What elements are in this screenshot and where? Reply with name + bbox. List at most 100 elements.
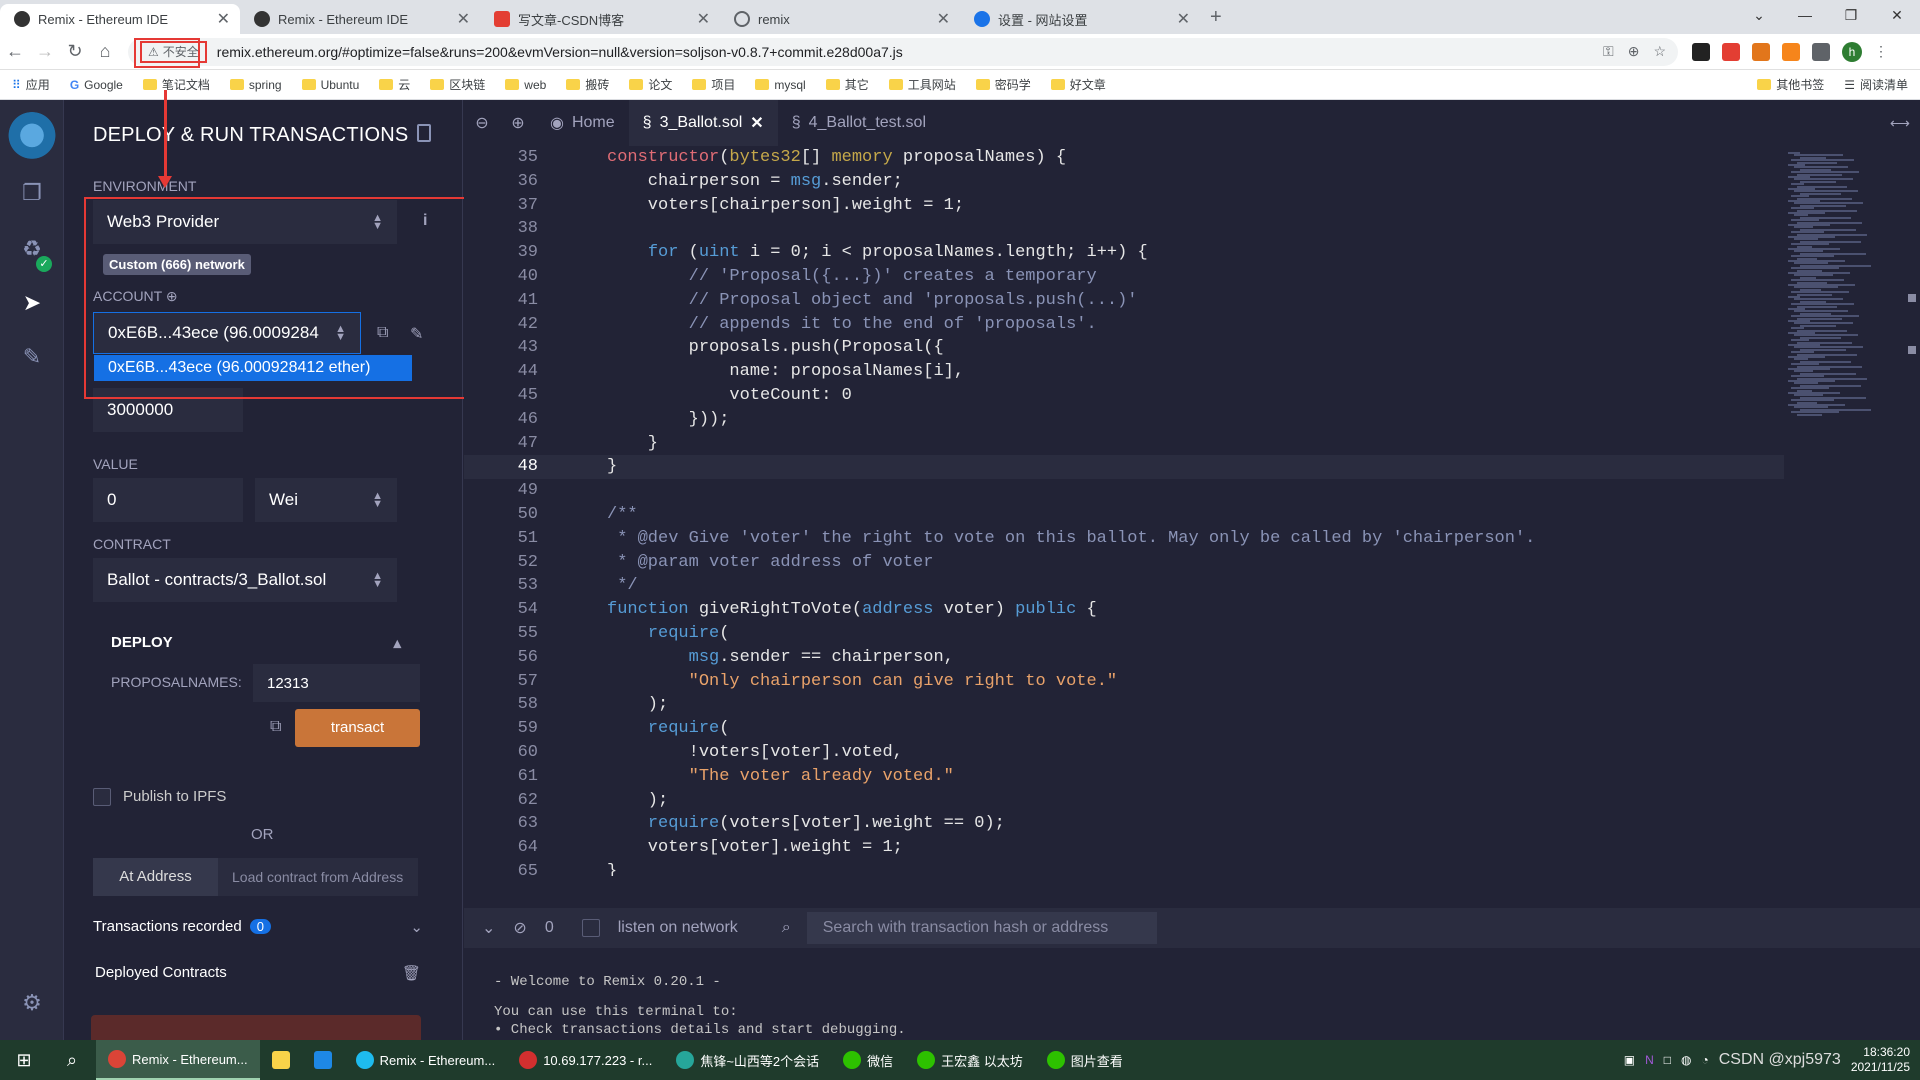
bookmark-apps[interactable]: ⠿ 应用 [12,76,50,93]
plugin-manager-icon[interactable]: ✎ [18,344,46,372]
code-line[interactable]: 55 require( [464,622,1784,646]
extension-icon[interactable] [1692,42,1710,61]
bookmark-folder[interactable]: spring [229,78,282,92]
taskbar-chat[interactable]: 焦锋~山西等2个会话 [664,1040,831,1080]
bookmark-folder[interactable]: 其它 [825,76,869,93]
taskbar-vscode[interactable] [302,1040,344,1080]
qq-icon[interactable]: ◔ [1702,1053,1709,1067]
bookmark-folder[interactable]: 项目 [692,76,735,93]
load-contract-input[interactable]: Load contract from Address [218,858,418,896]
csdn-extension-icon[interactable] [1722,42,1740,61]
terminal-search-input[interactable]: Search with transaction hash or address [806,912,1157,944]
windows-start-icon[interactable]: ⊞ [0,1050,48,1071]
code-line[interactable]: 51 * @dev Give 'voter' the right to vote… [464,527,1784,551]
editor-scrollbar[interactable] [1904,146,1920,876]
browser-tab-remix-search[interactable]: remix ✕ [720,4,960,34]
file-explorer-icon[interactable]: ❐ [18,180,46,208]
chevron-double-down-icon[interactable]: ⌄ [482,918,495,938]
code-line[interactable]: 45 voteCount: 0 [464,384,1784,408]
zoom-icon[interactable]: ⊕ [1628,43,1640,60]
reload-icon[interactable]: ↻ [60,41,90,62]
listen-network-checkbox[interactable] [581,919,600,937]
close-icon[interactable]: ✕ [937,9,950,29]
network-icon[interactable]: ◍ [1681,1053,1691,1067]
code-line[interactable]: 61 "The voter already voted." [464,765,1784,789]
menu-icon[interactable]: ⋮ [1874,43,1888,60]
browser-tab-remix-1[interactable]: Remix - Ethereum IDE ✕ [0,4,240,34]
minimize-button[interactable]: — [1782,0,1828,34]
contract-select[interactable]: Ballot - contracts/3_Ballot.sol ▲ ▼ [93,558,397,602]
copy-icon[interactable]: ⧉ [270,718,281,736]
taskbar-photos[interactable]: 图片查看 [1035,1040,1135,1080]
home-icon[interactable]: ⌂ [90,41,120,62]
code-line[interactable]: 47 } [464,432,1784,456]
code-line[interactable]: 41 // Proposal object and 'proposals.pus… [464,289,1784,313]
reading-list[interactable]: ☰ 阅读清单 [1844,76,1908,93]
clock[interactable]: 18:36:20 2021/11/25 [1851,1045,1910,1075]
search-icon[interactable]: ⌕ [48,1050,96,1071]
at-address-button[interactable]: At Address [93,858,218,896]
trash-icon[interactable]: 🗑 [402,964,421,982]
transactions-recorded-header[interactable]: Transactions recorded 0 ⌄ [93,918,423,936]
omnibox[interactable]: ⚠ 不安全 remix.ethereum.org/#optimize=false… [128,37,1678,66]
close-icon[interactable]: ✕ [697,9,710,29]
code-line[interactable]: 39 for (uint i = 0; i < proposalNames.le… [464,241,1784,265]
onenote-icon[interactable]: N [1645,1053,1654,1067]
key-icon[interactable]: ⚿ [1603,43,1614,60]
value-unit-select[interactable]: Wei ▲ ▼ [255,478,397,522]
code-line[interactable]: 43 proposals.push(Proposal({ [464,336,1784,360]
code-line[interactable]: 35 constructor(bytes32[] memory proposalN… [464,146,1784,170]
publish-ipfs-checkbox[interactable] [93,788,111,806]
taskbar-wechat[interactable]: 微信 [831,1040,905,1080]
zoom-out-icon[interactable]: ⊖ [464,113,500,133]
tab-home[interactable]: ◉ Home [536,100,629,146]
bookmark-folder[interactable]: web [505,78,546,92]
settings-gear-icon[interactable]: ⚙ [18,990,46,1018]
remix-logo-icon[interactable] [6,112,58,164]
code-line[interactable]: 48} [464,455,1784,480]
browser-tab-remix-2[interactable]: Remix - Ethereum IDE ✕ [240,4,480,34]
metamask-icon[interactable] [1752,42,1770,61]
code-line[interactable]: 63 require(voters[voter].weight == 0); [464,812,1784,836]
back-icon[interactable]: ← [0,41,30,62]
bookmark-folder[interactable]: 论文 [629,76,672,93]
code-line[interactable]: 60 !voters[voter].voted, [464,741,1784,765]
taskbar-remote[interactable]: 10.69.177.223 - r... [507,1040,664,1080]
tab-search-icon[interactable]: ⌄ [1736,0,1782,34]
code-line[interactable]: 44 name: proposalNames[i], [464,360,1784,384]
code-line[interactable]: 62 ); [464,789,1784,813]
scroll-thumb[interactable] [1908,346,1916,354]
transact-button[interactable]: transact [295,709,420,747]
clear-terminal-icon[interactable]: ⊘ [513,918,526,938]
code-line[interactable]: 56 msg.sender == chairperson, [464,646,1784,670]
scroll-thumb[interactable] [1908,294,1916,302]
taskbar-ie[interactable]: Remix - Ethereum... [344,1040,508,1080]
tab-3-ballot[interactable]: § 3_Ballot.sol ✕ [628,100,778,146]
taskbar-chrome[interactable]: Remix - Ethereum... [96,1040,260,1080]
close-window-button[interactable]: ✕ [1874,0,1920,34]
metamask-icon[interactable] [1782,42,1800,61]
bookmark-folder[interactable]: Ubuntu [301,78,359,92]
code-line[interactable]: 50 /** [464,503,1784,527]
close-icon[interactable]: ✕ [1177,9,1190,29]
tab-4-ballot-test[interactable]: § 4_Ballot_test.sol [778,100,940,146]
new-tab-button[interactable]: + [1200,6,1232,29]
bookmark-folder[interactable]: 笔记文档 [142,76,210,93]
tray-icon[interactable]: □ [1664,1053,1671,1067]
value-input[interactable]: 0 [93,478,243,522]
close-icon[interactable]: ✕ [457,9,470,29]
close-icon[interactable]: ✕ [750,113,763,133]
code-line[interactable]: 58 ); [464,693,1784,717]
code-line[interactable]: 57 "Only chairperson can give right to v… [464,670,1784,694]
close-icon[interactable]: ✕ [217,9,230,29]
bookmark-folder[interactable]: 云 [379,76,410,93]
code-line[interactable]: 46 })); [464,408,1784,432]
deploy-section-header[interactable]: DEPLOY ▴ [111,634,401,652]
bookmark-google[interactable]: G Google [70,78,123,92]
browser-tab-csdn[interactable]: 写文章-CSDN博客 ✕ [480,4,720,34]
avatar[interactable]: h [1842,41,1862,62]
bookmark-folder[interactable]: 密码学 [975,76,1031,93]
code-line[interactable]: 65} [464,860,1784,876]
code-line[interactable]: 40 // 'Proposal({...})' creates a tempor… [464,265,1784,289]
code-line[interactable]: 42 // appends it to the end of 'proposal… [464,313,1784,337]
